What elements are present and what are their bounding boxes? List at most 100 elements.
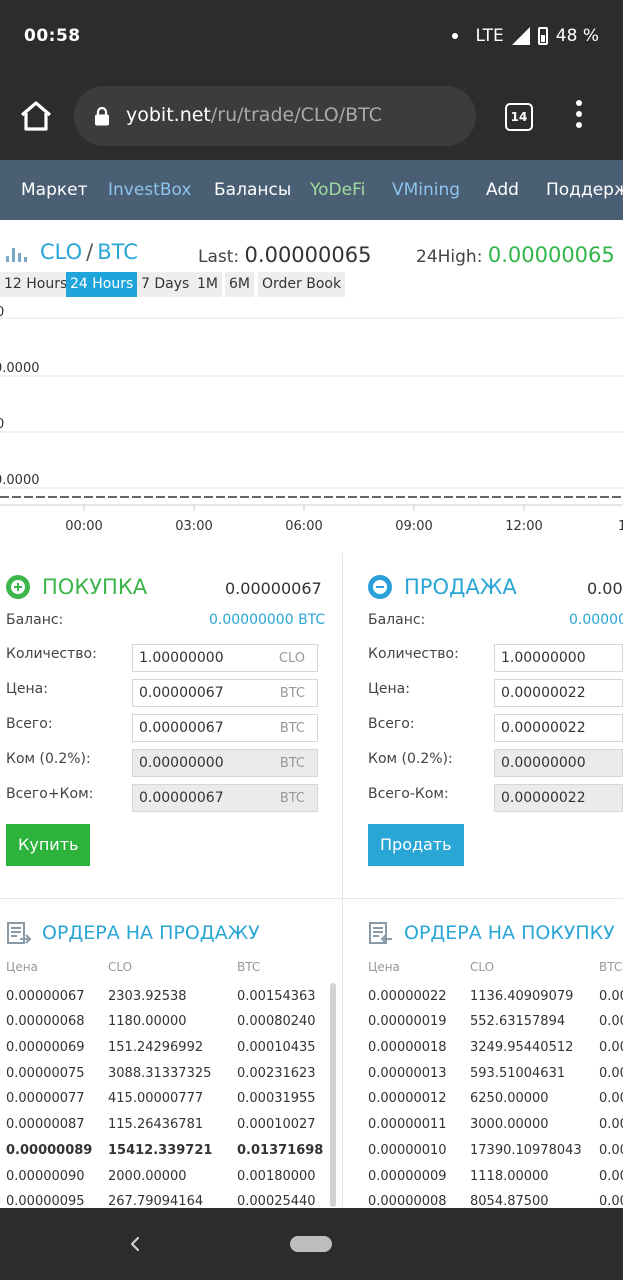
order-cell: 552.63157894 (470, 1014, 566, 1029)
pair-separator: / (86, 240, 94, 264)
buy-total-fee-unit: BTC (279, 791, 305, 806)
order-cell: 0.00025440 (237, 1194, 316, 1209)
sell-balance-label: Баланс: (368, 612, 426, 628)
buy-amount-input[interactable]: 1.00000000 CLO (132, 644, 318, 672)
price-chart[interactable]: 0 0.0000 0 0.0000 00:00 03:00 06:00 09:0… (0, 300, 623, 550)
y-tick-label: 0.0000 (0, 473, 40, 488)
pair-base[interactable]: CLO (40, 240, 82, 264)
buy-fee-field: 0.00000000 BTC (132, 749, 318, 777)
back-icon[interactable] (128, 1236, 142, 1252)
order-cell: 0.00031955 (237, 1091, 316, 1106)
tab-12-hours[interactable]: 12 Hours (0, 272, 72, 297)
buy-total-input[interactable]: 0.00000067 BTC (132, 714, 318, 742)
order-cell: 2000.00000 (108, 1169, 187, 1184)
order-cell: 0.00000068 (6, 1014, 85, 1029)
high-24h-value: 0.00000065 (487, 243, 615, 267)
more-options-icon[interactable] (574, 100, 584, 134)
nav-item-market[interactable]: Маркет (21, 180, 88, 200)
buy-price-input[interactable]: 0.00000067 BTC (132, 679, 318, 707)
buy-best-price[interactable]: 0.00000067 (225, 579, 322, 598)
nav-item-balances[interactable]: Балансы (214, 180, 291, 200)
tab-1m[interactable]: 1M (193, 272, 222, 297)
browser-toolbar: yobit.net/ru/trade/CLO/BTC 14 (0, 76, 623, 160)
plus-circle-icon (6, 575, 30, 599)
buy-price-label: Цена: (6, 681, 48, 697)
column-header-price: Цена (6, 960, 38, 974)
sell-total-label: Всего: (368, 716, 415, 732)
buy-button[interactable]: Купить (6, 824, 91, 866)
y-tick-label: 0.0000 (0, 361, 40, 376)
sell-amount-label: Количество: (368, 646, 459, 662)
home-gesture-pill[interactable] (290, 1236, 332, 1252)
sell-amount-value: 1.00000000 (501, 650, 586, 666)
order-cell: 0.00080240 (237, 1014, 316, 1029)
sell-fee-field: 0.00000000 (494, 749, 623, 777)
nav-item-vmining[interactable]: VMining (392, 180, 460, 200)
column-header-clo: CLO (470, 960, 495, 974)
clock: 00:58 (24, 26, 81, 46)
sell-orders-title: ОРДЕРА НА ПРОДАЖУ (6, 920, 260, 946)
high-24h: 24High: 0.00000065 (416, 243, 615, 267)
sell-total-input[interactable]: 0.00000022 (494, 714, 623, 742)
sell-balance-value[interactable]: 0.00000 (569, 612, 623, 628)
buy-amount-value: 1.00000000 (139, 650, 224, 666)
sell-price-input[interactable]: 0.00000022 (494, 679, 623, 707)
screen: 00:58 LTE 48 % yobit.net/ru/trade/CLO/BT… (0, 0, 623, 1280)
sell-best-price[interactable]: 0.000 (587, 579, 623, 598)
tab-6m[interactable]: 6M (225, 272, 254, 297)
order-cell: 0.00 (599, 1040, 623, 1055)
order-cell: 415.00000777 (108, 1091, 204, 1106)
order-cell: 0.00 (599, 989, 623, 1004)
x-tick-label: 00:00 (65, 519, 102, 534)
order-cell: 0.00000075 (6, 1066, 85, 1081)
sell-button[interactable]: Продать (368, 824, 464, 866)
buy-orders-title-text: ОРДЕРА НА ПОКУПКУ (404, 922, 615, 944)
nav-item-yodefi[interactable]: YoDeFi (310, 180, 365, 200)
url-path: /ru/trade/CLO/BTC (210, 104, 382, 126)
tab-7-days[interactable]: 7 Days (137, 272, 194, 297)
order-cell: 0.00000010 (368, 1143, 447, 1158)
sell-price-label: Цена: (368, 681, 410, 697)
column-divider (342, 553, 343, 1207)
buy-balance-value[interactable]: 0.00000000 BTC (209, 612, 325, 628)
system-nav-bar (0, 1208, 623, 1280)
column-header-btc: BTC (237, 960, 261, 974)
order-cell: 0.00000018 (368, 1040, 447, 1055)
address-bar[interactable]: yobit.net/ru/trade/CLO/BTC (74, 86, 476, 146)
buy-total-fee-field: 0.00000067 BTC (132, 784, 318, 812)
buy-title-text: ПОКУПКА (42, 575, 148, 599)
sell-total-fee-label: Всего-Ком: (368, 786, 449, 802)
nav-item-investbox[interactable]: InvestBox (108, 180, 191, 200)
order-cell: 2303.92538 (108, 989, 187, 1004)
buy-total-fee-value: 0.00000067 (139, 790, 224, 806)
order-cell: 0.00180000 (237, 1169, 316, 1184)
x-tick-label: 1 (618, 519, 623, 534)
order-cell: 115.26436781 (108, 1117, 204, 1132)
last-price-label: Last: (198, 247, 240, 267)
order-cell: 0.00 (599, 1066, 623, 1081)
sell-panel-title: ПРОДАЖА (368, 575, 517, 599)
bar-chart-icon (6, 242, 30, 262)
order-cell: 0.00010027 (237, 1117, 316, 1132)
y-tick-label: 0 (0, 305, 4, 320)
sell-amount-input[interactable]: 1.00000000 (494, 644, 623, 672)
nav-item-add[interactable]: Add (486, 180, 519, 200)
order-cell: 0.00 (599, 1143, 623, 1158)
nav-item-support[interactable]: Поддержк (546, 180, 623, 200)
notification-dot-icon (451, 33, 458, 39)
x-tick-label: 12:00 (505, 519, 542, 534)
pair-quote[interactable]: BTC (97, 240, 138, 264)
site-nav: Маркет InvestBox Балансы YoDeFi VMining … (0, 160, 623, 220)
order-cell: 0.00000008 (368, 1194, 447, 1209)
order-cell: 15412.339721 (108, 1143, 213, 1158)
tab-order-book[interactable]: Order Book (258, 272, 346, 297)
buy-panel-title: ПОКУПКА (6, 575, 147, 599)
sell-orders-scrollbar[interactable] (330, 983, 336, 1207)
sell-fee-label: Ком (0.2%): (368, 751, 453, 767)
last-price-value: 0.00000065 (244, 243, 372, 267)
home-icon[interactable] (18, 98, 54, 134)
buy-fee-unit: BTC (279, 756, 305, 771)
url-text: yobit.net/ru/trade/CLO/BTC (126, 104, 382, 126)
tab-switcher-button[interactable]: 14 (505, 103, 533, 131)
tab-24-hours[interactable]: 24 Hours (66, 272, 138, 297)
